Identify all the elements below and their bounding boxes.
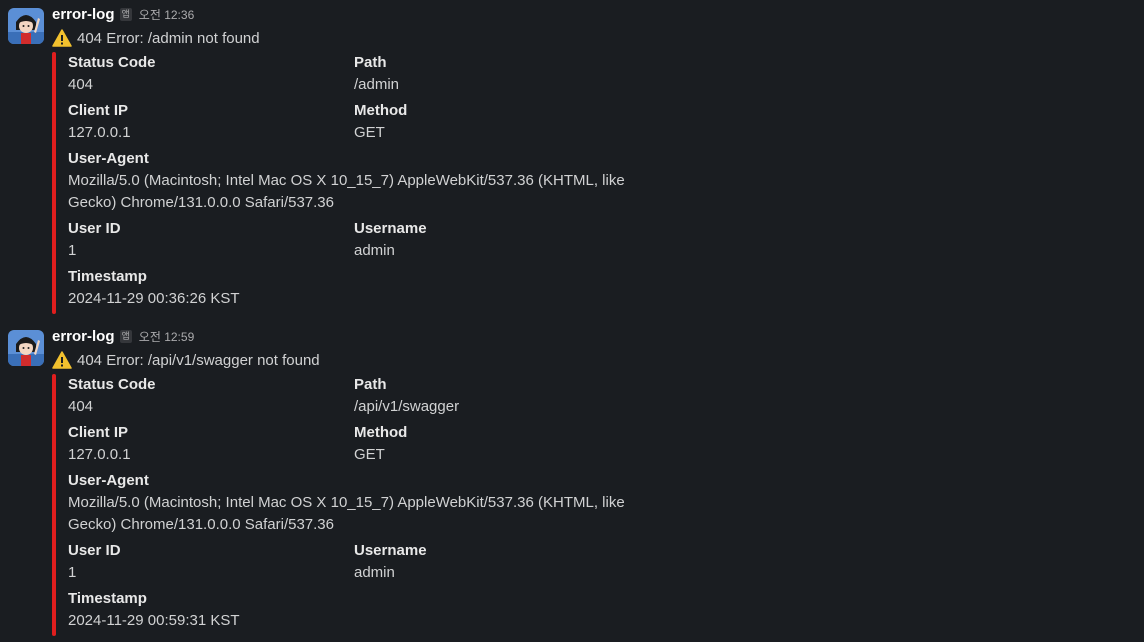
field-label: Status Code	[68, 376, 156, 393]
field-value: GET	[354, 124, 385, 141]
field-label: Method	[354, 424, 408, 441]
field-value: 1	[68, 564, 77, 581]
field-label: User-Agent	[68, 150, 149, 167]
field-label: Status Code	[68, 54, 156, 71]
sender-name[interactable]: error-log	[52, 6, 115, 23]
field-value-line-1: Mozilla/5.0 (Macintosh; Intel Mac OS X 1…	[68, 172, 625, 189]
avatar-image	[8, 330, 44, 366]
attachment: Status Code 404 Path /admin Client IP 12…	[52, 52, 652, 314]
message-title-text: 404 Error: /api/v1/swagger not found	[77, 351, 320, 369]
field-value: admin	[354, 564, 395, 581]
message-title-text: 404 Error: /admin not found	[77, 29, 260, 47]
message-time[interactable]: 오전 12:59	[139, 328, 194, 345]
field-client-ip: Client IP 127.0.0.1	[68, 422, 131, 466]
field-label: Client IP	[68, 424, 129, 441]
message-title: 404 Error: /api/v1/swagger not found	[52, 350, 320, 370]
field-value: admin	[354, 242, 395, 259]
field-label: User ID	[68, 542, 121, 559]
field-value: 1	[68, 242, 77, 259]
field-label: Client IP	[68, 102, 129, 119]
warning-icon	[52, 351, 72, 369]
warning-icon	[52, 29, 72, 47]
sender-name[interactable]: error-log	[52, 328, 115, 345]
field-value-line-2: Gecko) Chrome/131.0.0.0 Safari/537.36	[68, 516, 334, 533]
field-value-line-1: Mozilla/5.0 (Macintosh; Intel Mac OS X 1…	[68, 494, 625, 511]
avatar-image	[8, 8, 44, 44]
avatar[interactable]	[8, 330, 44, 366]
field-status-code: Status Code 404	[68, 52, 156, 96]
attachment-accent-bar	[52, 374, 56, 636]
field-user-agent: User-Agent Mozilla/5.0 (Macintosh; Intel…	[68, 148, 648, 214]
field-user-agent: User-Agent Mozilla/5.0 (Macintosh; Intel…	[68, 470, 648, 536]
field-value: GET	[354, 446, 385, 463]
message-header: error-log 앱 오전 12:36	[52, 6, 194, 26]
field-label: Path	[354, 54, 387, 71]
field-value: 2024-11-29 00:36:26 KST	[68, 290, 240, 307]
field-label: User-Agent	[68, 472, 149, 489]
field-path: Path /admin	[354, 52, 399, 96]
app-badge: 앱	[119, 8, 132, 21]
message-time[interactable]: 오전 12:36	[139, 6, 194, 23]
field-value: /admin	[354, 76, 400, 93]
field-user-id: User ID 1	[68, 218, 121, 262]
field-timestamp: Timestamp 2024-11-29 00:59:31 KST	[68, 588, 240, 632]
message-title: 404 Error: /admin not found	[52, 28, 260, 48]
field-label: User ID	[68, 220, 121, 237]
field-user-id: User ID 1	[68, 540, 121, 584]
field-value-line-2: Gecko) Chrome/131.0.0.0 Safari/537.36	[68, 194, 334, 211]
field-path: Path /api/v1/swagger	[354, 374, 459, 418]
field-username: Username admin	[354, 540, 427, 584]
field-client-ip: Client IP 127.0.0.1	[68, 100, 131, 144]
field-label: Timestamp	[68, 590, 147, 607]
field-value: 404	[68, 76, 94, 93]
app-badge: 앱	[119, 330, 132, 343]
field-label: Method	[354, 102, 408, 119]
field-value: 127.0.0.1	[68, 124, 131, 141]
field-value: 127.0.0.1	[68, 446, 131, 463]
message-header: error-log 앱 오전 12:59	[52, 328, 194, 348]
attachment-accent-bar	[52, 52, 56, 314]
field-label: Timestamp	[68, 268, 147, 285]
field-label: Username	[354, 542, 427, 559]
field-value: 404	[68, 398, 94, 415]
field-value: 2024-11-29 00:59:31 KST	[68, 612, 240, 629]
field-value: /api/v1/swagger	[354, 398, 460, 415]
field-username: Username admin	[354, 218, 427, 262]
field-timestamp: Timestamp 2024-11-29 00:36:26 KST	[68, 266, 240, 310]
field-label: Username	[354, 220, 427, 237]
avatar[interactable]	[8, 8, 44, 44]
field-method: Method GET	[354, 422, 407, 466]
field-status-code: Status Code 404	[68, 374, 156, 418]
field-label: Path	[354, 376, 387, 393]
field-method: Method GET	[354, 100, 407, 144]
attachment: Status Code 404 Path /api/v1/swagger Cli…	[52, 374, 652, 636]
